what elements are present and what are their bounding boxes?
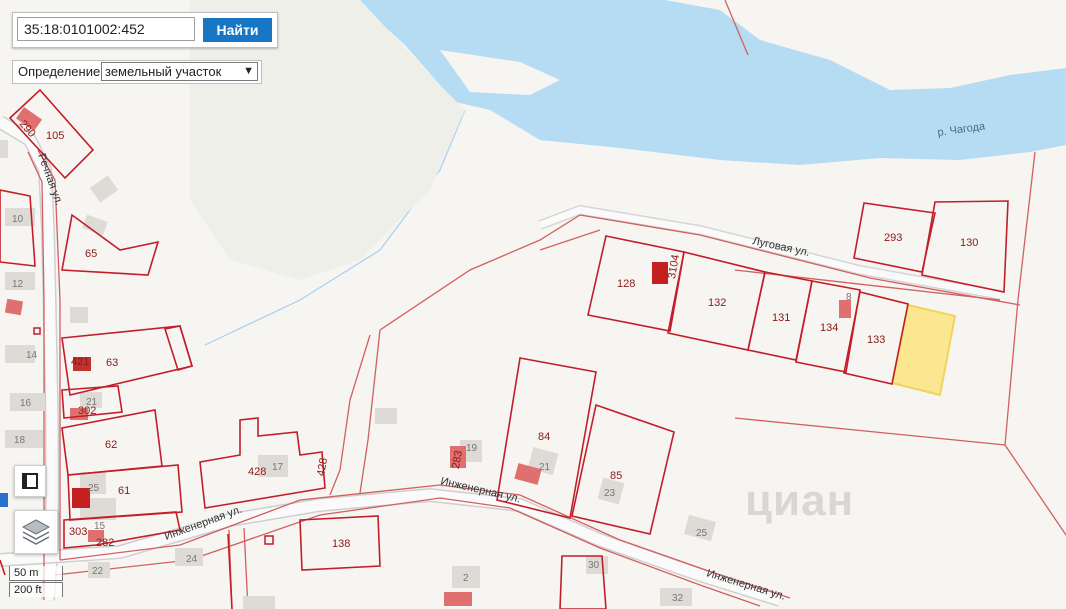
parcel-label-62: 62 <box>105 439 117 451</box>
parcel-label-138: 138 <box>332 538 350 550</box>
parcels[interactable] <box>0 88 1009 609</box>
parcel-label-428: 428 <box>248 466 266 478</box>
scale-bar-imperial: 200 ft <box>9 582 63 597</box>
parcel-label-85: 85 <box>610 470 622 482</box>
house-number: 19 <box>466 443 478 454</box>
parcel-label-428b: 428 <box>315 457 330 477</box>
parcel-label-130: 130 <box>960 237 978 249</box>
scale-bar-metric: 50 m <box>9 566 63 581</box>
house-number: 30 <box>588 560 600 571</box>
house-number: 15 <box>94 521 106 532</box>
parcel-label-282: 282 <box>96 537 114 549</box>
fullscreen-button[interactable] <box>14 465 46 497</box>
parcel-label-105: 105 <box>46 130 64 142</box>
house-number: 8 <box>846 292 852 303</box>
edge-marker <box>0 493 8 507</box>
definition-panel: Определение: земельный участок ▼ <box>12 60 262 84</box>
parcel-label-293: 293 <box>884 232 902 244</box>
cadastral-map[interactable]: 105 290 65 63 421 302 62 61 303 282 428 … <box>0 0 1066 609</box>
parcel-label-421: 421 <box>71 356 89 368</box>
house-number: 21 <box>86 397 98 408</box>
house-number: 14 <box>26 350 38 361</box>
house-number: 21 <box>539 462 551 473</box>
cadastral-search-input[interactable] <box>17 17 195 41</box>
definition-selected-value: земельный участок <box>105 64 222 79</box>
house-number: 24 <box>186 554 198 565</box>
parcel-label-65: 65 <box>85 248 97 260</box>
layers-icon <box>21 519 51 545</box>
street-labels: р. Чагода Луговая ул. Инженерная ул. Инж… <box>35 120 987 602</box>
search-panel: Найти <box>12 12 278 48</box>
chevron-down-icon: ▼ <box>243 65 254 77</box>
house-number: 32 <box>672 593 684 604</box>
definition-select[interactable]: земельный участок ▼ <box>101 62 258 81</box>
house-number: 18 <box>14 435 26 446</box>
house-number: 25 <box>696 528 708 539</box>
parcel-label-303: 303 <box>69 526 87 538</box>
house-number: 23 <box>604 488 616 499</box>
house-number: 10 <box>12 214 24 225</box>
definition-label: Определение: <box>18 64 104 79</box>
parcel-label-133: 133 <box>867 334 885 346</box>
house-number: 16 <box>20 398 32 409</box>
parcel-label-61: 61 <box>118 485 130 497</box>
selected-parcel[interactable] <box>890 303 957 397</box>
house-number: 12 <box>12 279 24 290</box>
parcel-label-132: 132 <box>708 297 726 309</box>
house-number: 2 <box>463 573 469 584</box>
parcel-label-134: 134 <box>820 322 838 334</box>
house-number: 25 <box>88 483 100 494</box>
layers-button[interactable] <box>14 510 58 554</box>
parcel-label-84: 84 <box>538 431 550 443</box>
find-button[interactable]: Найти <box>203 18 272 42</box>
roads <box>0 115 1001 607</box>
watermark: циан <box>745 476 855 525</box>
fullscreen-icon <box>22 473 38 489</box>
parcel-label-128: 128 <box>617 278 635 290</box>
house-number: 22 <box>92 566 104 577</box>
parcel-label-63: 63 <box>106 357 118 369</box>
house-number: 17 <box>272 462 284 473</box>
parcel-label-131: 131 <box>772 312 790 324</box>
